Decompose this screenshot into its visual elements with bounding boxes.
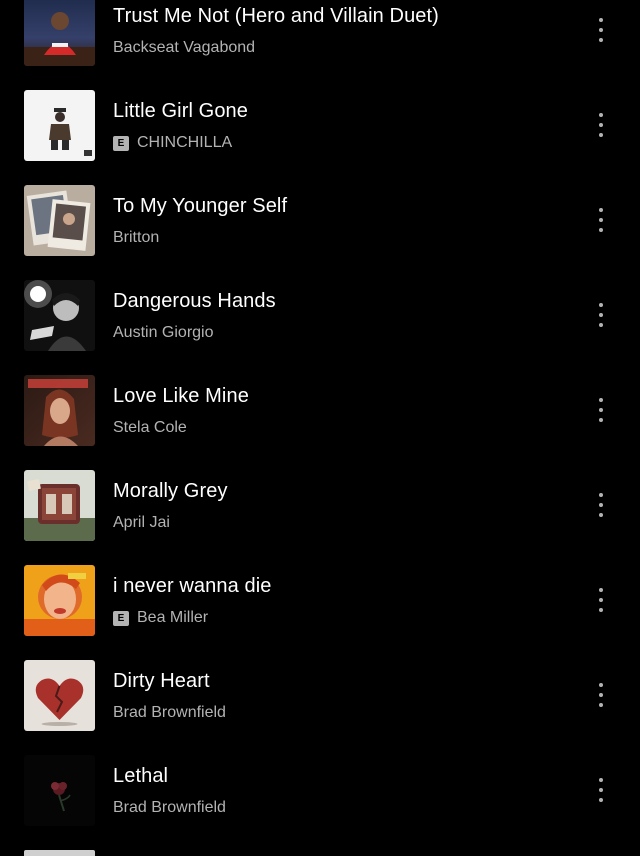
- more-options-button[interactable]: [586, 772, 616, 808]
- more-options-button[interactable]: [586, 392, 616, 428]
- explicit-badge-icon: E: [113, 135, 129, 151]
- track-row[interactable]: Dirty Heart Brad Brownfield: [0, 647, 640, 742]
- more-vertical-icon: [599, 18, 603, 22]
- more-vertical-icon: [599, 38, 603, 42]
- more-vertical-icon: [599, 598, 603, 602]
- track-subline: Brad Brownfield: [113, 798, 226, 818]
- track-title[interactable]: Dangerous Hands: [113, 290, 276, 313]
- track-artist[interactable]: Brad Brownfield: [113, 799, 226, 817]
- track-subline: Brad Brownfield: [113, 703, 226, 723]
- album-cover-dirty-heart: [24, 660, 95, 731]
- more-options-button[interactable]: [586, 107, 616, 143]
- more-vertical-icon: [599, 133, 603, 137]
- track-row[interactable]: To My Younger Self Britton: [0, 172, 640, 267]
- more-vertical-icon: [599, 778, 603, 782]
- album-cover-dangerous-hands: [24, 280, 95, 351]
- track-row[interactable]: Lethal Brad Brownfield: [0, 742, 640, 837]
- track-subline: E CHINCHILLA: [113, 133, 232, 153]
- album-cover-lethal: [24, 755, 95, 826]
- album-cover-to-my-younger-self: [24, 185, 95, 256]
- more-options-button[interactable]: [586, 677, 616, 713]
- track-artist[interactable]: Stela Cole: [113, 419, 187, 437]
- more-vertical-icon: [599, 228, 603, 232]
- more-vertical-icon: [599, 123, 603, 127]
- track-row[interactable]: Morally Grey April Jai: [0, 457, 640, 552]
- more-vertical-icon: [599, 683, 603, 687]
- track-row[interactable]: Dangerous Hands Austin Giorgio: [0, 267, 640, 362]
- more-options-button[interactable]: [586, 202, 616, 238]
- track-artist[interactable]: Backseat Vagabond: [113, 39, 255, 57]
- next-album-cover-peek: [24, 850, 95, 856]
- more-vertical-icon: [599, 313, 603, 317]
- more-vertical-icon: [599, 798, 603, 802]
- more-vertical-icon: [599, 28, 603, 32]
- track-artist[interactable]: April Jai: [113, 514, 170, 532]
- track-artist[interactable]: Brad Brownfield: [113, 704, 226, 722]
- track-row[interactable]: Love Like Mine Stela Cole: [0, 362, 640, 457]
- track-subline: E Bea Miller: [113, 608, 208, 628]
- track-subline: Britton: [113, 228, 159, 248]
- more-vertical-icon: [599, 303, 603, 307]
- album-cover-i-never-wanna-die: [24, 565, 95, 636]
- track-title[interactable]: Trust Me Not (Hero and Villain Duet): [113, 5, 439, 28]
- more-options-button[interactable]: [586, 12, 616, 48]
- more-vertical-icon: [599, 588, 603, 592]
- track-artist[interactable]: Britton: [113, 229, 159, 247]
- album-cover-morally-grey: [24, 470, 95, 541]
- album-cover-trust-me-not: [24, 0, 95, 66]
- track-title[interactable]: Dirty Heart: [113, 670, 210, 693]
- explicit-badge-icon: E: [113, 610, 129, 626]
- more-vertical-icon: [599, 788, 603, 792]
- more-vertical-icon: [599, 208, 603, 212]
- more-vertical-icon: [599, 693, 603, 697]
- more-vertical-icon: [599, 513, 603, 517]
- more-options-button[interactable]: [586, 487, 616, 523]
- more-vertical-icon: [599, 398, 603, 402]
- track-artist[interactable]: Austin Giorgio: [113, 324, 214, 342]
- track-list: Trust Me Not (Hero and Villain Duet) Bac…: [0, 0, 640, 837]
- track-title[interactable]: Morally Grey: [113, 480, 228, 503]
- track-row[interactable]: Trust Me Not (Hero and Villain Duet) Bac…: [0, 0, 640, 77]
- track-title[interactable]: Lethal: [113, 765, 168, 788]
- more-options-button[interactable]: [586, 297, 616, 333]
- more-options-button[interactable]: [586, 582, 616, 618]
- more-vertical-icon: [599, 493, 603, 497]
- more-vertical-icon: [599, 218, 603, 222]
- track-artist[interactable]: CHINCHILLA: [137, 134, 232, 152]
- album-cover-little-girl-gone: [24, 90, 95, 161]
- track-title[interactable]: To My Younger Self: [113, 195, 287, 218]
- more-vertical-icon: [599, 703, 603, 707]
- more-vertical-icon: [599, 418, 603, 422]
- more-vertical-icon: [599, 113, 603, 117]
- track-row[interactable]: Little Girl Gone E CHINCHILLA: [0, 77, 640, 172]
- track-title[interactable]: Little Girl Gone: [113, 100, 248, 123]
- track-subline: Backseat Vagabond: [113, 38, 255, 58]
- track-artist[interactable]: Bea Miller: [137, 609, 208, 627]
- album-cover-love-like-mine: [24, 375, 95, 446]
- more-vertical-icon: [599, 408, 603, 412]
- more-vertical-icon: [599, 323, 603, 327]
- track-title[interactable]: Love Like Mine: [113, 385, 249, 408]
- more-vertical-icon: [599, 503, 603, 507]
- track-subline: Stela Cole: [113, 418, 187, 438]
- track-title[interactable]: i never wanna die: [113, 575, 271, 598]
- track-subline: Austin Giorgio: [113, 323, 214, 343]
- track-subline: April Jai: [113, 513, 170, 533]
- track-row[interactable]: i never wanna die E Bea Miller: [0, 552, 640, 647]
- more-vertical-icon: [599, 608, 603, 612]
